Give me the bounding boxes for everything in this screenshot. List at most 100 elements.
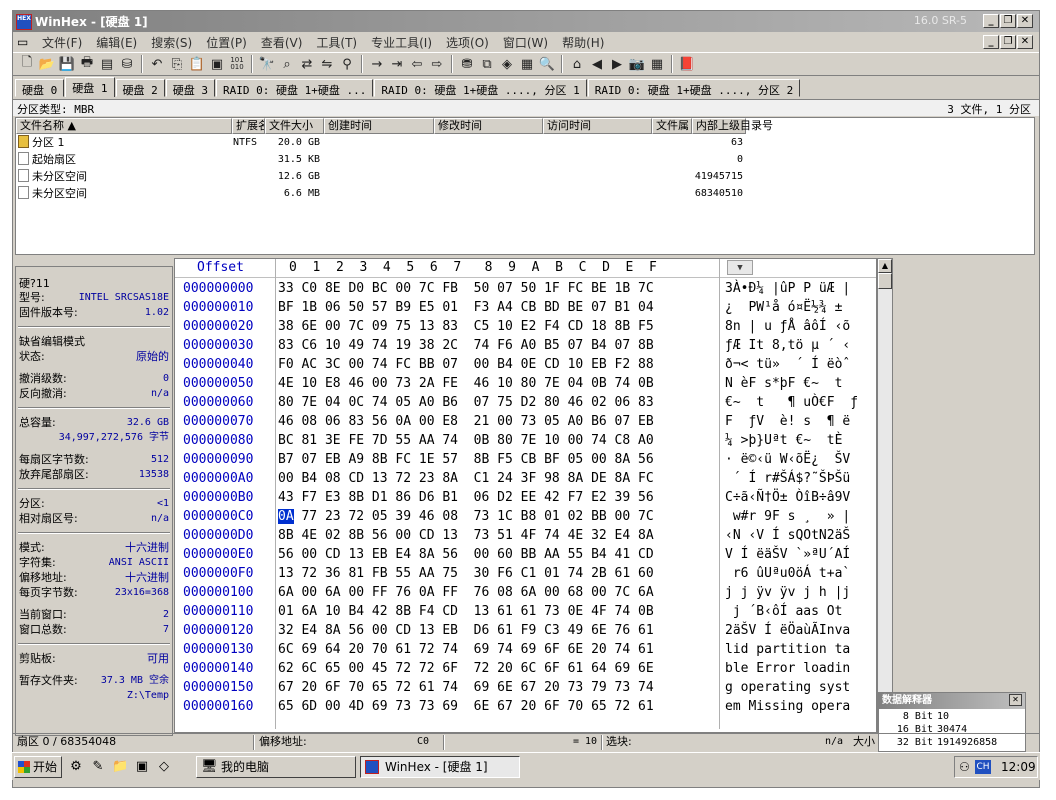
row-ascii[interactable]: ´ Í r#ŠÁ$?˜ŠÞŠü — [725, 469, 850, 488]
col-created-header[interactable]: 创建时间 — [324, 118, 434, 134]
hex-row[interactable]: 000000090 B7 07 EB A9 8B FC 1E 57 8B F5 C… — [175, 450, 876, 469]
hex-row[interactable]: 000000140 62 6C 65 00 45 72 72 6F 72 20 6… — [175, 659, 876, 678]
tab-raid-partition-2[interactable]: RAID 0: 硬盘 1+硬盘 ...., 分区 2 — [587, 79, 801, 97]
file-row[interactable]: 起始扇区 31.5 KB 0 — [16, 152, 746, 169]
minimize-button[interactable]: _ — [983, 14, 999, 28]
print-icon[interactable]: 🖶 — [77, 54, 97, 74]
open-folder-icon[interactable]: 📂 — [37, 54, 57, 74]
close-icon[interactable]: ✕ — [1009, 694, 1022, 706]
row-ascii[interactable]: ¼ >þ}Uªt €~ tÈ — [725, 431, 850, 450]
clock[interactable]: 12:09 — [1001, 757, 1036, 777]
find-next-icon[interactable]: ⚲ — [337, 54, 357, 74]
hex-row[interactable]: 000000010 BF 1B 06 50 57 B9 E5 01 F3 A4 C… — [175, 298, 876, 317]
menu-view[interactable]: 查看(V) — [254, 34, 310, 51]
row-ascii[interactable]: N èF s*þF €~ t — [725, 374, 842, 393]
doc-close-button[interactable]: ✕ — [1017, 35, 1033, 49]
find-hex-icon[interactable]: ⌕ — [277, 54, 297, 74]
back-icon[interactable]: ⇦ — [407, 54, 427, 74]
folder-icon[interactable]: 📁 — [112, 759, 128, 775]
tab-disk-1[interactable]: 硬盘 1 — [65, 77, 115, 97]
hex-row[interactable]: 000000160 65 6D 00 4D 69 73 73 69 6E 67 2… — [175, 697, 876, 716]
row-bytes[interactable]: 0A 77 23 72 05 39 46 08 73 1C B8 01 02 B… — [278, 507, 654, 526]
row-bytes[interactable]: 80 7E 04 0C 74 05 A0 B6 07 75 D2 80 46 0… — [278, 393, 654, 412]
maximize-button[interactable]: ❐ — [1000, 14, 1016, 28]
hex-row[interactable]: 000000020 38 6E 00 7C 09 75 13 83 C5 10 E… — [175, 317, 876, 336]
hex-row[interactable]: 000000030 83 C6 10 49 74 19 38 2C 74 F6 A… — [175, 336, 876, 355]
menu-help[interactable]: 帮助(H) — [555, 34, 611, 51]
col-name-header[interactable]: 文件名称 ▲ — [16, 118, 232, 134]
disk-clone-icon[interactable]: ◈ — [497, 54, 517, 74]
hex-row[interactable]: 000000120 32 E4 8A 56 00 CD 13 EB D6 61 F… — [175, 621, 876, 640]
row-ascii[interactable]: lid partition ta — [725, 640, 850, 659]
quicklaunch-icon[interactable]: ⚙ — [68, 759, 84, 775]
hex-row[interactable]: 0000000F0 13 72 36 81 FB 55 AA 75 30 F6 C… — [175, 564, 876, 583]
book-icon[interactable]: 📕 — [677, 54, 697, 74]
hex-row[interactable]: 000000040 F0 AC 3C 00 74 FC BB 07 00 B4 0… — [175, 355, 876, 374]
row-bytes[interactable]: 65 6D 00 4D 69 73 73 69 6E 67 20 6F 70 6… — [278, 697, 654, 716]
row-bytes[interactable]: B7 07 EB A9 8B FC 1E 57 8B F5 CB BF 05 0… — [278, 450, 654, 469]
paste-icon[interactable]: 📋 — [187, 54, 207, 74]
row-ascii[interactable]: · ë©‹ü W‹õË¿ ŠV — [725, 450, 850, 469]
row-ascii[interactable]: r6 ûUªu0öÁ t+a` — [725, 564, 850, 583]
row-ascii[interactable]: C÷ã‹Ñ†Ö± ÒîB÷â9V — [725, 488, 850, 507]
disk-editor-icon[interactable]: ⛃ — [457, 54, 477, 74]
row-bytes[interactable]: 46 08 06 83 56 0A 00 E8 21 00 73 05 A0 B… — [278, 412, 654, 431]
row-bytes[interactable]: 56 00 CD 13 EB E4 8A 56 00 60 BB AA 55 B… — [278, 545, 654, 564]
tab-raid[interactable]: RAID 0: 硬盘 1+硬盘 ... — [216, 79, 374, 97]
ime-indicator[interactable]: CH — [975, 760, 991, 774]
hex-row[interactable]: 0000000B0 43 F7 E3 8B D1 86 D6 B1 06 D2 E… — [175, 488, 876, 507]
row-bytes[interactable]: 01 6A 10 B4 42 8B F4 CD 13 61 61 73 0E 4… — [278, 602, 654, 621]
properties-icon[interactable]: ▤ — [97, 54, 117, 74]
title-bar[interactable]: HEX WinHex - [硬盘 1] 16.0 SR-5 _ ❐ ✕ — [13, 11, 1039, 32]
col-accessed-header[interactable]: 访问时间 — [543, 118, 652, 134]
row-bytes[interactable]: BC 81 3E FE 7D 55 AA 74 0B 80 7E 10 00 7… — [278, 431, 654, 450]
row-bytes[interactable]: 6A 00 6A 00 FF 76 0A FF 76 08 6A 00 68 0… — [278, 583, 654, 602]
binary-icon[interactable]: 101 010 — [227, 54, 247, 74]
hex-row[interactable]: 000000150 67 20 6F 70 65 72 61 74 69 6E 6… — [175, 678, 876, 697]
row-ascii[interactable]: w#r 9F s ¸ » | — [725, 507, 850, 526]
search-icon[interactable]: 🔍 — [537, 54, 557, 74]
prev-icon[interactable]: ◀ — [587, 54, 607, 74]
row-bytes[interactable]: 33 C0 8E D0 BC 00 7C FB 50 07 50 1F FC B… — [278, 279, 654, 298]
row-ascii[interactable]: 2äŠV Í ëÖaùÃInva — [725, 621, 850, 640]
cursor-byte[interactable]: 0A — [278, 509, 294, 524]
row-bytes[interactable]: 32 E4 8A 56 00 CD 13 EB D6 61 F9 C3 49 6… — [278, 621, 654, 640]
new-file-icon[interactable]: 🗋 — [17, 54, 37, 74]
menu-edit[interactable]: 编辑(E) — [89, 34, 144, 51]
save-icon[interactable]: 💾 — [57, 54, 77, 74]
hex-scrollbar[interactable]: ▲ — [877, 258, 893, 733]
hex-row[interactable]: 000000000 33 C0 8E D0 BC 00 7C FB 50 07 5… — [175, 279, 876, 298]
row-ascii[interactable]: ble Error loadin — [725, 659, 850, 678]
close-button[interactable]: ✕ — [1017, 14, 1033, 28]
hex-editor[interactable]: Offset 0 1 2 3 4 5 6 7 8 9 A B C D E F ▼… — [174, 258, 877, 733]
file-row[interactable]: 分区 1 NTFS 20.0 GB 63 — [16, 135, 746, 152]
menu-file[interactable]: 文件(F) — [35, 34, 89, 51]
row-bytes[interactable]: BF 1B 06 50 57 B9 E5 01 F3 A4 CB BD BE 0… — [278, 298, 654, 317]
tab-raid-partition-1[interactable]: RAID 0: 硬盘 1+硬盘 ...., 分区 1 — [374, 79, 587, 97]
tab-disk-0[interactable]: 硬盘 0 — [15, 79, 65, 97]
row-ascii[interactable]: ð¬< tü» ´ Í ëòˆ — [725, 355, 850, 374]
next-icon[interactable]: ▶ — [607, 54, 627, 74]
forward-icon[interactable]: ⇨ — [427, 54, 447, 74]
ascii-dropdown-icon[interactable]: ▼ — [727, 260, 753, 275]
row-bytes[interactable]: 8B 4E 02 8B 56 00 CD 13 73 51 4F 74 4E 3… — [278, 526, 654, 545]
hex-row[interactable]: 0000000E0 56 00 CD 13 EB E4 8A 56 00 60 B… — [175, 545, 876, 564]
row-bytes[interactable]: F0 AC 3C 00 74 FC BB 07 00 B4 0E CD 10 E… — [278, 355, 654, 374]
menu-pro-tools[interactable]: 专业工具(I) — [364, 34, 439, 51]
ram-editor-icon[interactable]: ⧉ — [477, 54, 497, 74]
col-attr-header[interactable]: 文件属 — [652, 118, 692, 134]
col-size-header[interactable]: 文件大小 — [265, 118, 324, 134]
tab-disk-2[interactable]: 硬盘 2 — [115, 79, 165, 97]
doc-restore-button[interactable]: ❐ — [1000, 35, 1016, 49]
hex-row[interactable]: 0000000C0 0A 77 23 72 05 39 46 08 73 1C B… — [175, 507, 876, 526]
replace-hex-icon[interactable]: ⇋ — [317, 54, 337, 74]
row-bytes[interactable]: 83 C6 10 49 74 19 38 2C 74 F6 A0 B5 07 B… — [278, 336, 654, 355]
row-ascii[interactable]: j j ÿv ÿv j h |j — [725, 583, 850, 602]
row-bytes[interactable]: 6C 69 64 20 70 61 72 74 69 74 69 6F 6E 2… — [278, 640, 654, 659]
row-ascii[interactable]: €~ t ¶ uÒ€F ƒ — [725, 393, 858, 412]
hex-row[interactable]: 000000060 80 7E 04 0C 74 05 A0 B6 07 75 D… — [175, 393, 876, 412]
menu-options[interactable]: 选项(O) — [439, 34, 496, 51]
scroll-up-arrow[interactable]: ▲ — [878, 259, 892, 273]
find-text-icon[interactable]: 🔭 — [257, 54, 277, 74]
grid-icon[interactable]: ▦ — [647, 54, 667, 74]
